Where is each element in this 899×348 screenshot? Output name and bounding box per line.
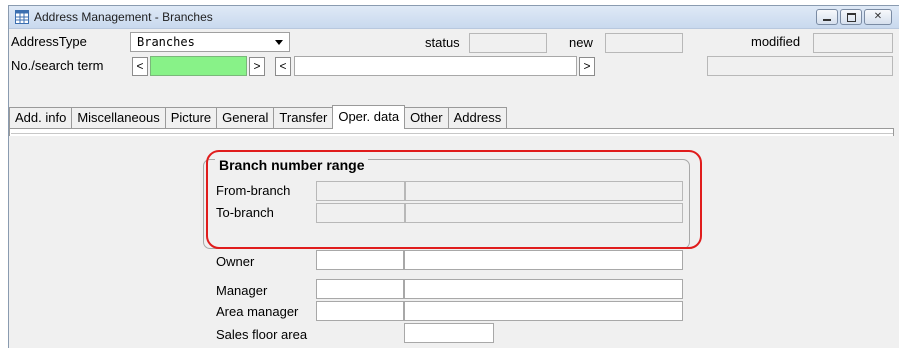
chevron-down-icon — [275, 40, 283, 45]
area-manager-label: Area manager — [216, 304, 299, 319]
search-next-button[interactable]: > — [249, 57, 265, 76]
grid-table-icon — [15, 10, 29, 24]
area-manager-number-field[interactable] — [316, 301, 404, 321]
maximize-icon — [846, 12, 856, 22]
minimize-button[interactable] — [816, 9, 838, 25]
title-bar: Address Management - Branches ✕ — [9, 6, 899, 29]
minimize-icon — [823, 18, 831, 21]
modified-label: modified — [751, 34, 801, 49]
manager-name-field[interactable] — [404, 279, 683, 299]
tab-bar: Add. info Miscellaneous Picture General … — [9, 105, 508, 129]
tab-address[interactable]: Address — [447, 107, 508, 128]
address-type-label: AddressType — [11, 34, 87, 49]
maximize-button[interactable] — [840, 9, 862, 25]
manager-number-field[interactable] — [316, 279, 404, 299]
tab-add-info[interactable]: Add. info — [9, 107, 73, 128]
new-field[interactable] — [605, 33, 683, 53]
from-branch-number-field[interactable] — [316, 181, 405, 201]
from-branch-name-field[interactable] — [405, 181, 683, 201]
sales-floor-area-label: Sales floor area — [216, 327, 308, 342]
tab-transfer[interactable]: Transfer — [273, 107, 334, 128]
search-term-input[interactable] — [294, 56, 577, 76]
owner-label: Owner — [216, 254, 255, 269]
window-title: Address Management - Branches — [34, 10, 213, 24]
status-label: status — [425, 35, 460, 50]
address-type-select[interactable]: Branches — [130, 32, 290, 52]
from-branch-label: From-branch — [216, 183, 291, 198]
close-icon: ✕ — [873, 11, 883, 22]
tab-panel-divider — [11, 133, 893, 134]
sales-floor-area-field[interactable] — [404, 323, 494, 343]
close-button[interactable]: ✕ — [864, 9, 892, 25]
tab-oper-data[interactable]: Oper. data — [332, 105, 406, 129]
to-branch-label: To-branch — [216, 205, 274, 220]
address-management-window: Address Management - Branches ✕ AddressT… — [8, 5, 899, 348]
to-branch-name-field[interactable] — [405, 203, 683, 223]
status-field[interactable] — [469, 33, 547, 53]
tab-panel — [9, 128, 894, 136]
address-type-value: Branches — [137, 35, 195, 49]
term-prev-button[interactable]: < — [275, 57, 291, 76]
owner-number-field[interactable] — [316, 250, 404, 270]
search-number-input[interactable] — [150, 56, 247, 76]
tab-other[interactable]: Other — [404, 107, 449, 128]
new-label: new — [569, 35, 593, 50]
to-branch-number-field[interactable] — [316, 203, 405, 223]
tab-miscellaneous[interactable]: Miscellaneous — [71, 107, 166, 128]
modified-field[interactable] — [813, 33, 893, 53]
owner-name-field[interactable] — [404, 250, 683, 270]
tab-picture[interactable]: Picture — [164, 107, 218, 128]
tab-general[interactable]: General — [216, 107, 275, 128]
search-term-label: No./search term — [11, 58, 104, 73]
search-prev-button[interactable]: < — [132, 57, 148, 76]
term-next-button[interactable]: > — [579, 57, 595, 76]
area-manager-name-field[interactable] — [404, 301, 683, 321]
manager-label: Manager — [216, 283, 268, 298]
branch-range-title: Branch number range — [215, 157, 369, 173]
search-result-field — [707, 56, 893, 76]
